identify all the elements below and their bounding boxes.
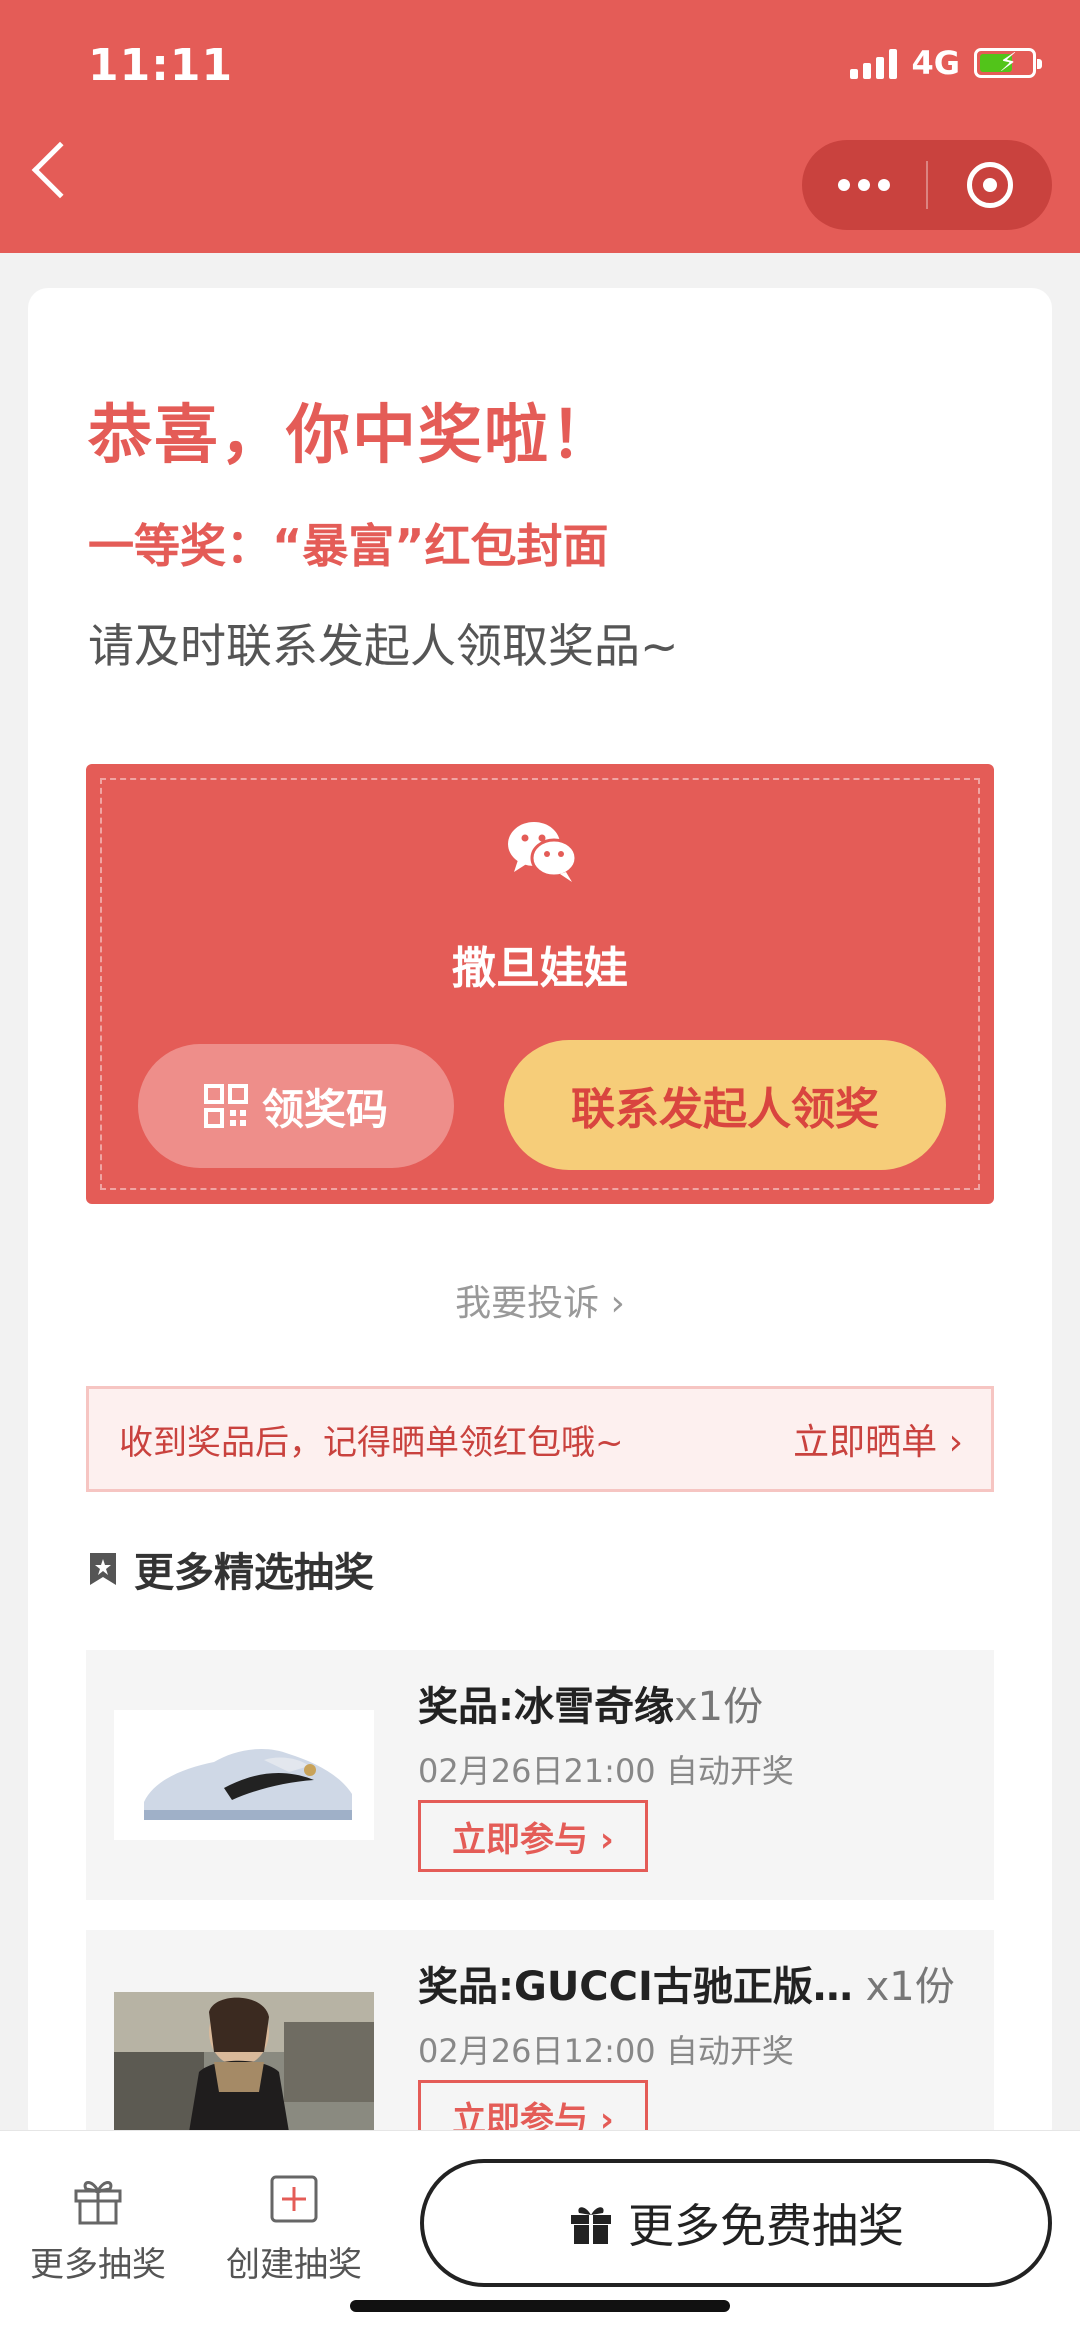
more-dots-icon[interactable] (802, 140, 926, 230)
complain-link[interactable]: 我要投诉 › (28, 1274, 1052, 1326)
organizer-box: 撒旦娃娃 领奖码 联系发起人领奖 (86, 764, 994, 1204)
lottery-prize-name: 奖品:冰雪奇缘x1份 (418, 1684, 764, 1730)
prize-name: 一等奖：“暴富”红包封面 (88, 519, 609, 573)
status-time: 11:11 (88, 40, 234, 91)
header: 11:11 4G ⚡ (0, 0, 1080, 253)
lottery-prize-name: 奖品:GUCCI古驰正版… x1份 (418, 1964, 955, 2010)
gift-icon (74, 2181, 122, 2225)
sneaker-image (114, 1710, 374, 1840)
network-type: 4G (911, 44, 960, 82)
signal-icon (850, 47, 898, 79)
more-lottery-title: 更多精选抽奖 (134, 1550, 374, 1596)
add-icon (270, 2175, 318, 2223)
create-lottery-label: 创建抽奖 (226, 2245, 362, 2285)
more-free-lottery-button[interactable]: 更多免费抽奖 (420, 2159, 1052, 2287)
create-lottery-tab[interactable]: 创建抽奖 (214, 2171, 374, 2286)
wechat-icon (508, 822, 578, 882)
gucci-scarf-photo (114, 1992, 374, 2132)
more-free-lottery-label: 更多免费抽奖 (628, 2199, 904, 2253)
share-order-link[interactable]: 立即晒单 › (793, 1413, 963, 1465)
contact-organizer-button[interactable]: 联系发起人领奖 (504, 1040, 946, 1170)
prize-code-button[interactable]: 领奖码 (138, 1044, 454, 1168)
result-card: 恭喜，你中奖啦！ 一等奖：“暴富”红包封面 请及时联系发起人领取奖品~ 撒旦娃娃 (28, 288, 1052, 2170)
bookmark-icon (90, 1553, 116, 1585)
lottery-draw-time: 02月26日12:00 自动开奖 (418, 2032, 794, 2070)
target-close-icon (967, 162, 1013, 208)
more-lottery-label: 更多抽奖 (30, 2245, 166, 2285)
contact-tip: 请及时联系发起人领取奖品~ (88, 619, 679, 673)
more-lottery-tab[interactable]: 更多抽奖 (18, 2171, 178, 2286)
lottery-item[interactable]: 奖品:冰雪奇缘x1份 02月26日21:00 自动开奖 立即参与 › (86, 1650, 994, 1900)
share-order-bar[interactable]: 收到奖品后，记得晒单领红包哦~ 立即晒单 › (86, 1386, 994, 1492)
congrats-title: 恭喜，你中奖啦！ (88, 399, 616, 473)
qr-code-icon (203, 1084, 248, 1128)
mini-program-capsule (802, 140, 1052, 230)
lottery-draw-time: 02月26日21:00 自动开奖 (418, 1752, 794, 1790)
gift-icon (571, 2207, 611, 2244)
back-button[interactable] (31, 141, 89, 199)
prize-code-label: 领奖码 (261, 1084, 388, 1134)
join-button[interactable]: 立即参与 › (418, 1800, 648, 1872)
lottery-result-page: 11:11 4G ⚡ 恭喜，你中奖啦！ 一等奖：“暴富”红包封面 请及时联系发起… (0, 0, 1080, 2339)
home-indicator (350, 2300, 730, 2312)
share-order-text: 收到奖品后，记得晒单领红包哦~ (119, 1422, 624, 1463)
close-button[interactable] (928, 140, 1052, 230)
organizer-name: 撒旦娃娃 (452, 943, 628, 994)
status-indicators: 4G ⚡ (850, 44, 1042, 82)
battery-icon: ⚡ (974, 48, 1042, 78)
more-lottery-heading: 更多精选抽奖 (88, 1540, 374, 1598)
